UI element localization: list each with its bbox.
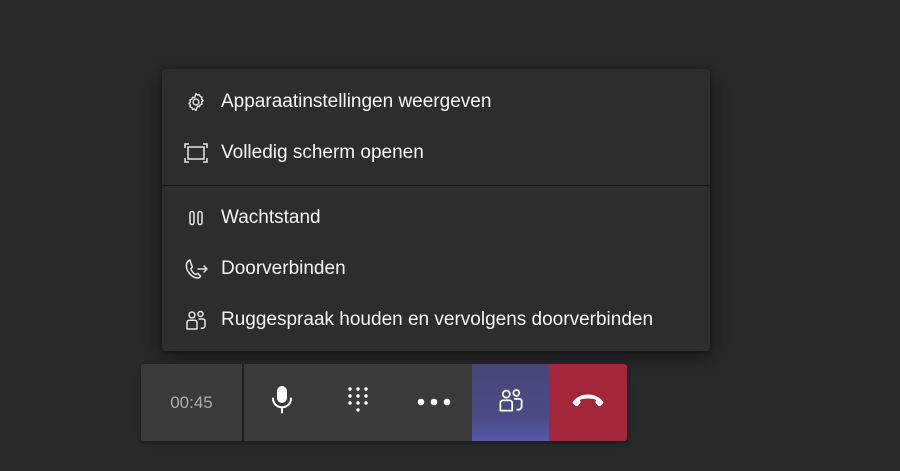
hang-up-icon [571, 393, 605, 412]
menu-item-transfer[interactable]: Doorverbinden [162, 246, 710, 292]
menu-item-label: Wachtstand [221, 207, 321, 228]
menu-item-label: Ruggespraak houden en vervolgens doorver… [221, 309, 654, 330]
dialpad-button[interactable] [320, 364, 396, 441]
call-timer: 00:45 [170, 392, 213, 412]
pause-icon [183, 206, 209, 230]
consult-transfer-button[interactable] [472, 364, 549, 441]
menu-item-label: Volledig scherm openen [221, 142, 424, 163]
menu-item-hold[interactable]: Wachtstand [162, 195, 710, 241]
menu-item-label: Doorverbinden [221, 258, 346, 279]
more-options-icon [417, 394, 451, 412]
fullscreen-icon [183, 141, 209, 165]
consult-transfer-icon [183, 308, 209, 332]
menu-item-fullscreen[interactable]: Volledig scherm openen [162, 130, 710, 176]
microphone-icon [270, 385, 294, 420]
gear-icon [183, 90, 209, 114]
menu-item-label: Apparaatinstellingen weergeven [221, 91, 492, 112]
transfer-call-icon [183, 257, 209, 281]
menu-divider [162, 185, 710, 186]
dialpad-icon [347, 386, 369, 419]
call-more-options-menu: Apparaatinstellingen weergeven Volledig … [162, 69, 710, 351]
menu-item-consult-then-transfer[interactable]: Ruggespraak houden en vervolgens doorver… [162, 297, 710, 343]
more-options-button[interactable] [396, 364, 472, 441]
call-controls-toolbar: 00:45 [141, 364, 627, 441]
microphone-button[interactable] [244, 364, 320, 441]
hang-up-button[interactable] [549, 364, 627, 441]
consult-transfer-icon [498, 387, 524, 418]
menu-item-device-settings[interactable]: Apparaatinstellingen weergeven [162, 79, 710, 125]
